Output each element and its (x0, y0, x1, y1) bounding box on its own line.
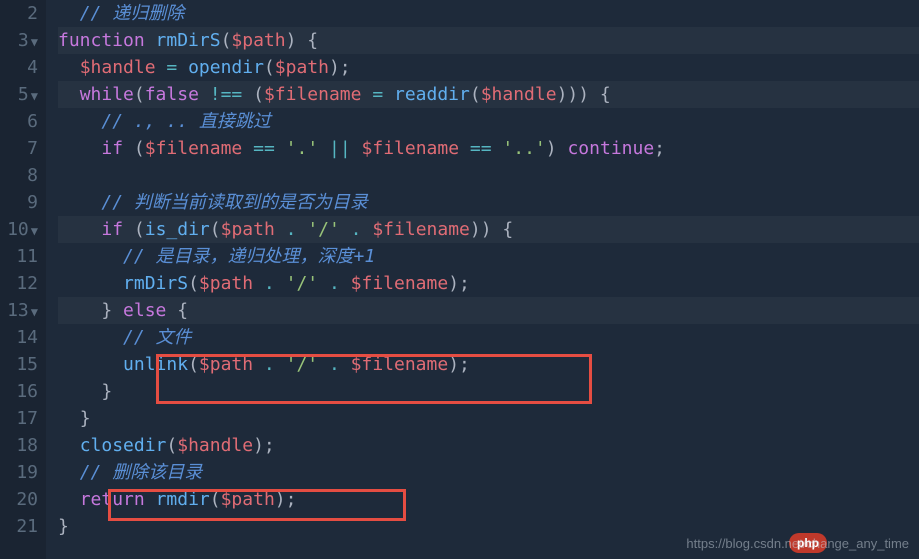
line-number: 13▼ (0, 297, 38, 324)
code-line: // 删除该目录 (58, 459, 919, 486)
line-number: 8 (0, 162, 38, 189)
line-number: 3▼ (0, 27, 38, 54)
line-number: 19 (0, 459, 38, 486)
line-number: 10▼ (0, 216, 38, 243)
watermark-text: https://blog.csdn.net/change_any_time (686, 534, 909, 554)
line-number: 5▼ (0, 81, 38, 108)
code-line: // ., .. 直接跳过 (58, 108, 919, 135)
line-number: 18 (0, 432, 38, 459)
line-number: 4 (0, 54, 38, 81)
fold-marker-icon[interactable]: ▼ (31, 224, 38, 238)
line-number: 2 (0, 0, 38, 27)
code-editor[interactable]: 2 3▼ 4 5▼ 6 7 8 9 10▼ 11 12 13▼ 14 15 16… (0, 0, 919, 559)
code-line (58, 162, 919, 189)
code-line: } else { (58, 297, 919, 324)
code-line: if (is_dir($path . '/' . $filename)) { (58, 216, 919, 243)
code-line: $handle = opendir($path); (58, 54, 919, 81)
code-line: closedir($handle); (58, 432, 919, 459)
code-line: // 判断当前读取到的是否为目录 (58, 189, 919, 216)
code-content[interactable]: // 递归删除 function rmDirS($path) { $handle… (46, 0, 919, 559)
line-number: 7 (0, 135, 38, 162)
code-line: function rmDirS($path) { (58, 27, 919, 54)
code-line: // 递归删除 (58, 0, 919, 27)
line-number: 14 (0, 324, 38, 351)
line-number: 9 (0, 189, 38, 216)
code-line: // 是目录，递归处理，深度+1 (58, 243, 919, 270)
fold-marker-icon[interactable]: ▼ (31, 89, 38, 103)
fold-marker-icon[interactable]: ▼ (31, 305, 38, 319)
code-line: rmDirS($path . '/' . $filename); (58, 270, 919, 297)
line-number: 12 (0, 270, 38, 297)
code-line: return rmdir($path); (58, 486, 919, 513)
line-number: 6 (0, 108, 38, 135)
code-line: } (58, 378, 919, 405)
line-number-gutter: 2 3▼ 4 5▼ 6 7 8 9 10▼ 11 12 13▼ 14 15 16… (0, 0, 46, 559)
code-line: } (58, 405, 919, 432)
line-number: 17 (0, 405, 38, 432)
code-line: while(false !== ($filename = readdir($ha… (58, 81, 919, 108)
line-number: 11 (0, 243, 38, 270)
line-number: 15 (0, 351, 38, 378)
code-line: unlink($path . '/' . $filename); (58, 351, 919, 378)
fold-marker-icon[interactable]: ▼ (31, 35, 38, 49)
line-number: 20 (0, 486, 38, 513)
line-number: 16 (0, 378, 38, 405)
code-line: if ($filename == '.' || $filename == '..… (58, 135, 919, 162)
code-line: // 文件 (58, 324, 919, 351)
line-number: 21 (0, 513, 38, 540)
